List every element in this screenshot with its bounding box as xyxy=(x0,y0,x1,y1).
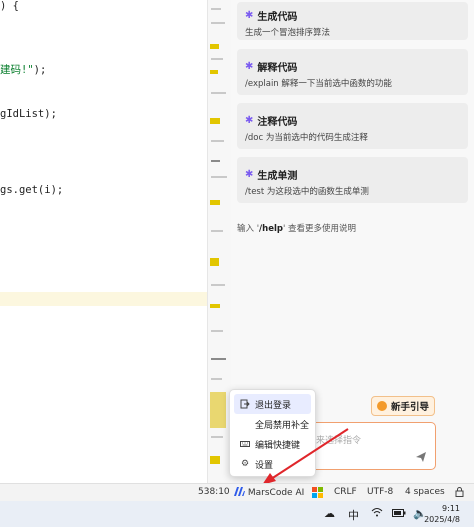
sparkle-icon: ✱ xyxy=(245,114,254,126)
marscode-logo-icon xyxy=(234,487,245,496)
minimap-line xyxy=(211,378,222,380)
minimap-line xyxy=(211,8,221,10)
card-title: 注释代码 xyxy=(257,116,298,128)
quick-card-test[interactable]: ✱ 生成单测 /test 为这段选中的函数生成单测 xyxy=(237,157,468,203)
card-desc: 生成一个冒泡排序算法 xyxy=(245,28,331,38)
help-hint: 输入 '/help' 查看更多使用说明 xyxy=(237,222,356,234)
cloud-icon[interactable]: ☁ xyxy=(324,507,335,520)
line-ending[interactable]: CRLF xyxy=(334,487,357,497)
sparkle-icon: ✱ xyxy=(245,168,254,180)
clock-time: 9:11 xyxy=(442,504,460,513)
keyboard-icon xyxy=(240,439,250,449)
help-prefix: 输入 ' xyxy=(237,224,260,234)
minimap-marker xyxy=(210,392,226,428)
minimap-line xyxy=(211,436,223,438)
minimap-marker xyxy=(210,456,220,464)
minimap-line xyxy=(211,22,225,24)
app-window: ) { 建码!"); gIdList); gs.get(i); ✱ 生成代码 生成… xyxy=(0,0,474,527)
blank-icon xyxy=(240,419,250,429)
minimap-line xyxy=(211,160,220,162)
marscode-label: MarsCode AI xyxy=(247,488,305,498)
menu-item-label: 退出登录 xyxy=(255,400,292,411)
card-desc: /doc 为当前选中的代码生成注释 xyxy=(245,133,368,143)
minimap-marker xyxy=(210,258,219,266)
minimap-line xyxy=(211,140,224,142)
system-clock[interactable]: 9:11 2025/4/8 xyxy=(424,503,460,525)
gear-icon: ⚙ xyxy=(240,459,250,469)
current-line-highlight xyxy=(0,292,207,306)
minimap[interactable] xyxy=(207,0,231,483)
minimap-marker xyxy=(210,44,219,49)
file-encoding[interactable]: UTF-8 xyxy=(367,487,393,497)
minimap-line xyxy=(211,358,226,360)
menu-item-logout[interactable]: 退出登录 xyxy=(234,394,311,414)
status-bar: 538:10 MarsCode AI CRLF UTF-8 4 spaces xyxy=(0,483,474,501)
code-string: 建码!" xyxy=(0,64,34,76)
send-icon[interactable] xyxy=(415,451,427,463)
indentation[interactable]: 4 spaces xyxy=(405,487,445,497)
cursor-position[interactable]: 538:10 xyxy=(198,487,230,497)
minimap-line xyxy=(211,92,226,94)
guide-label: 新手引导 xyxy=(390,402,429,413)
annotation-arrow-icon xyxy=(262,428,349,485)
quick-card-doc[interactable]: ✱ 注释代码 /doc 为当前选中的代码生成注释 xyxy=(237,103,468,149)
windows-logo-icon[interactable] xyxy=(312,487,323,498)
help-suffix: ' 查看更多使用说明 xyxy=(282,224,357,234)
code-line: 建码!"); xyxy=(0,62,46,77)
card-title: 生成单测 xyxy=(257,170,298,182)
help-command: /help xyxy=(259,224,283,234)
code-editor[interactable]: ) { 建码!"); gIdList); gs.get(i); xyxy=(0,0,207,483)
minimap-marker xyxy=(210,118,220,124)
marscode-status[interactable]: MarsCode AI xyxy=(234,487,304,498)
newbie-guide-button[interactable]: 新手引导 xyxy=(371,396,435,416)
code-text: ); xyxy=(33,64,47,76)
sparkle-icon: ✱ xyxy=(245,60,254,72)
clock-date: 2025/4/8 xyxy=(424,515,460,524)
minimap-line xyxy=(211,230,223,232)
ime-indicator[interactable]: 中 xyxy=(348,507,359,523)
lock-icon[interactable] xyxy=(455,487,464,500)
windows-taskbar: ☁ 中 🔈 9:11 2025/4/8 xyxy=(0,501,474,527)
minimap-marker xyxy=(210,304,220,308)
guide-icon xyxy=(376,401,387,411)
card-desc: /test 为这段选中的函数生成单测 xyxy=(245,187,369,197)
logout-icon xyxy=(240,399,250,409)
card-title: 解释代码 xyxy=(257,62,298,74)
minimap-line xyxy=(211,284,225,286)
card-desc: /explain 解释一下当前选中函数的功能 xyxy=(245,79,392,89)
minimap-line xyxy=(211,176,227,178)
wifi-icon[interactable] xyxy=(371,507,383,520)
minimap-line xyxy=(211,58,223,60)
quick-card-explain[interactable]: ✱ 解释代码 /explain 解释一下当前选中函数的功能 xyxy=(237,49,468,95)
minimap-marker xyxy=(210,200,220,205)
quick-card-generate[interactable]: ✱ 生成代码 生成一个冒泡排序算法 xyxy=(237,2,468,40)
minimap-marker xyxy=(210,70,218,74)
code-line: ) { xyxy=(0,0,19,12)
code-line: gIdList); xyxy=(0,108,57,120)
card-title: 生成代码 xyxy=(257,11,298,23)
code-line: gs.get(i); xyxy=(0,184,64,196)
sparkle-icon: ✱ xyxy=(245,9,254,21)
minimap-line xyxy=(211,330,223,332)
battery-icon[interactable] xyxy=(392,507,406,520)
